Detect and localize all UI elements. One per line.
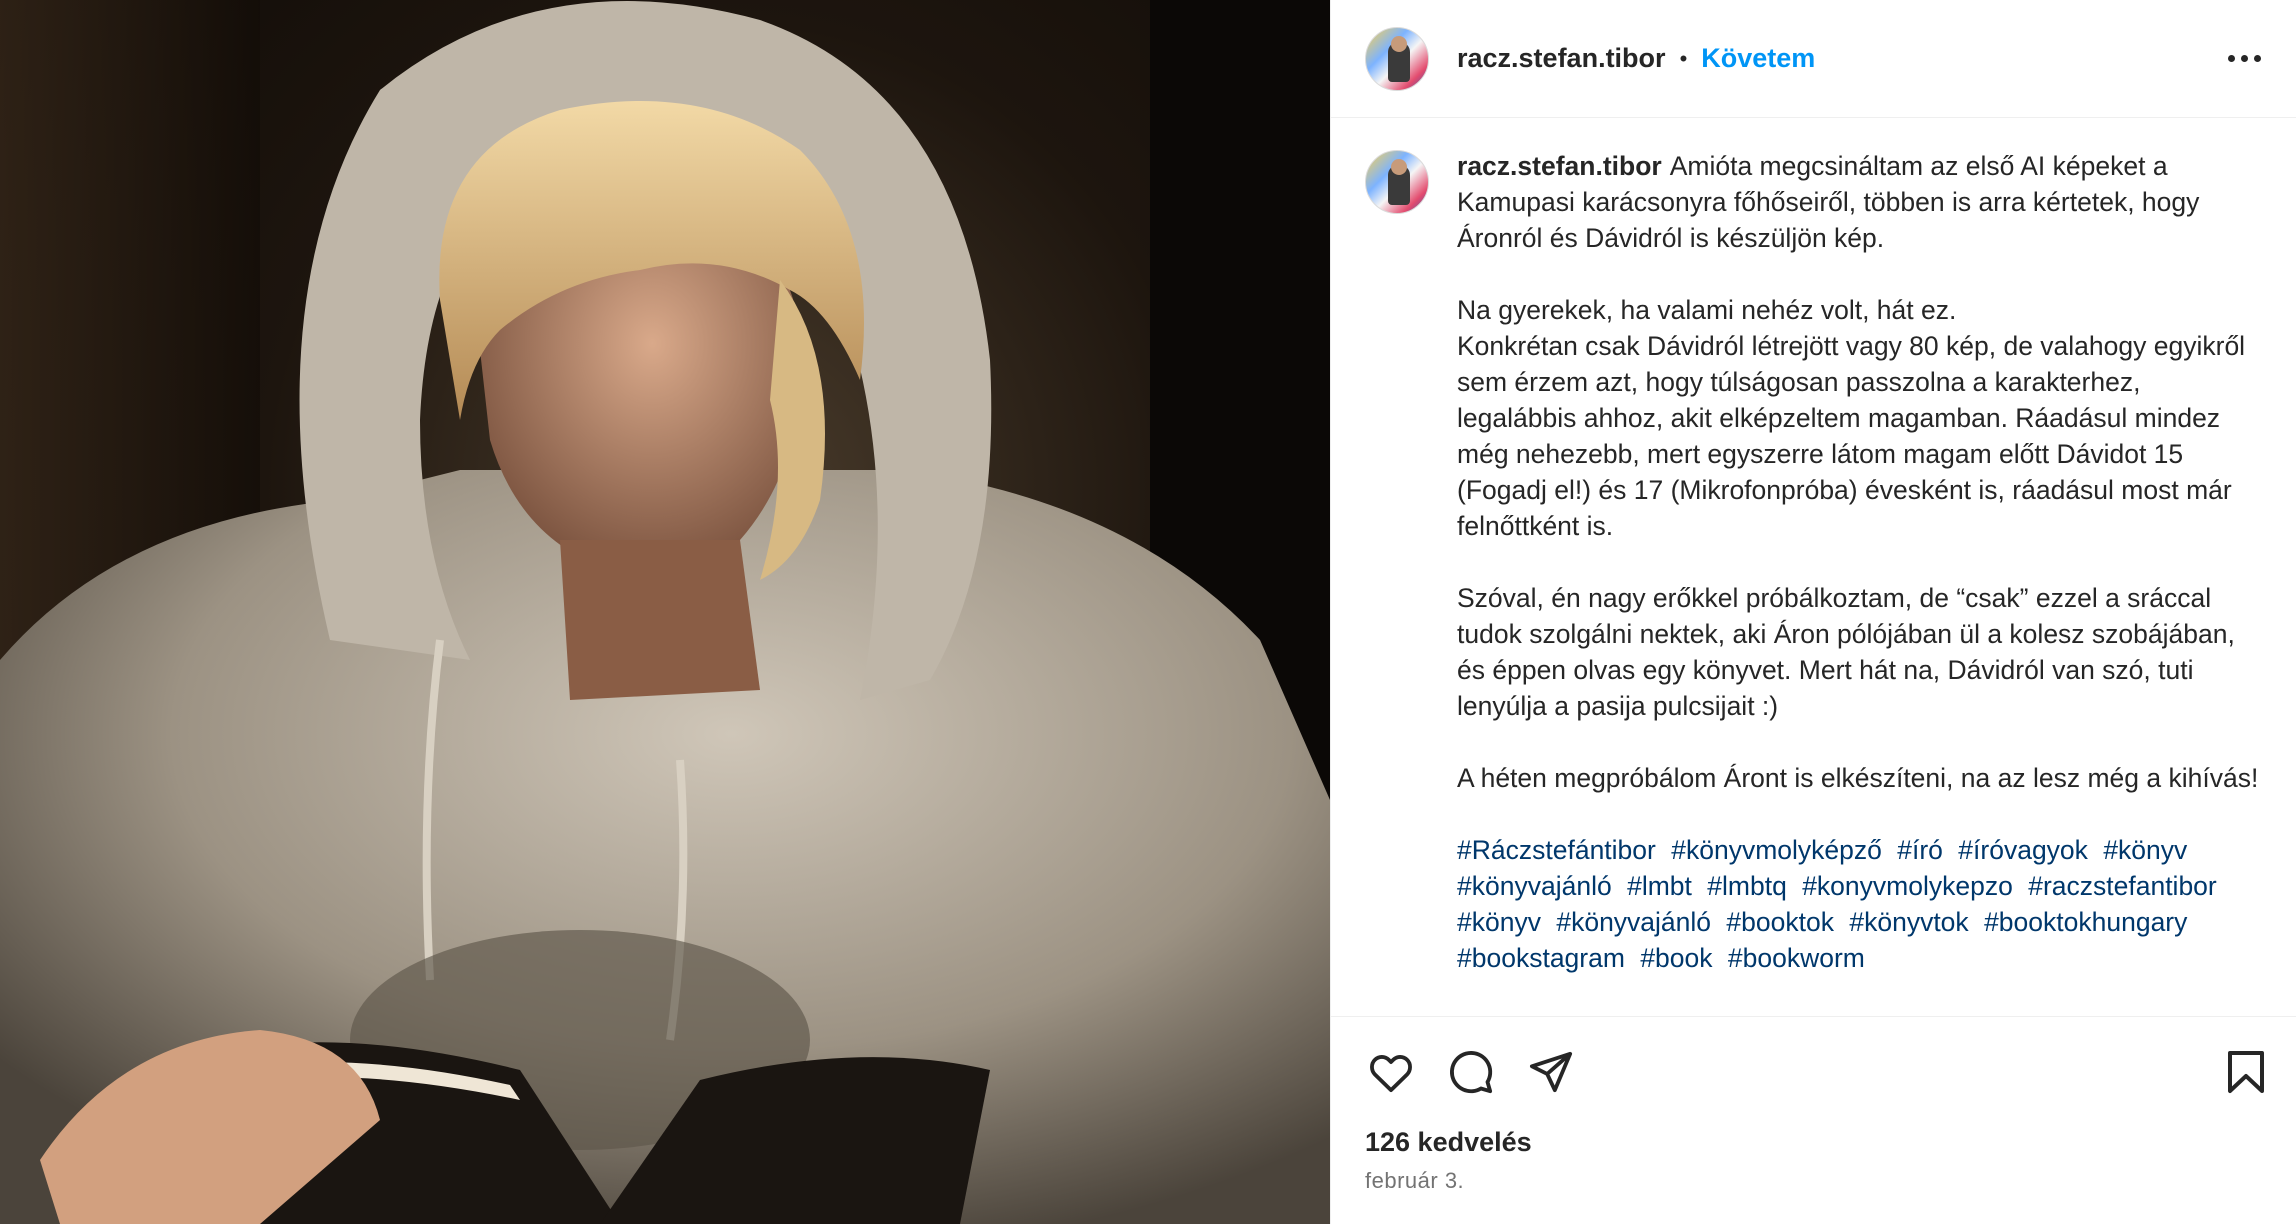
separator-dot: • [1679, 45, 1688, 71]
hashtag-link[interactable]: #könyvtok [1849, 907, 1968, 937]
hashtag-link[interactable]: #raczstefantibor [2028, 871, 2217, 901]
hashtag-link[interactable]: #bookstagram [1457, 943, 1625, 973]
hashtag-list: #Ráczstefántibor #könyvmolyképző #író #í… [1457, 832, 2266, 976]
author-username[interactable]: racz.stefan.tibor [1457, 43, 1666, 74]
following-button[interactable]: Követem [1701, 43, 1815, 74]
caption-username[interactable]: racz.stefan.tibor [1457, 151, 1662, 181]
hashtag-link[interactable]: #lmbt [1627, 871, 1692, 901]
hashtag-link[interactable]: #booktokhungary [1984, 907, 2187, 937]
post-actions-area: 126 kedvelés február 3. [1331, 1016, 2296, 1224]
more-options-icon[interactable] [2222, 37, 2266, 81]
caption-text: racz.stefan.tibor Amióta megcsináltam az … [1457, 148, 2266, 976]
post-header: racz.stefan.tibor • Követem [1331, 0, 2296, 118]
caption-paragraph: racz.stefan.tibor Amióta megcsináltam az … [1457, 151, 2200, 253]
caption-paragraph: Na gyerekek, ha valami nehéz volt, hát e… [1457, 295, 2246, 541]
hashtag-link[interactable]: #book [1640, 943, 1712, 973]
hashtag-link[interactable]: #könyvajánló [1457, 871, 1612, 901]
caption-author-avatar[interactable] [1365, 150, 1429, 214]
hashtag-link[interactable]: #Ráczstefántibor [1457, 835, 1656, 865]
heart-icon[interactable] [1365, 1046, 1417, 1098]
post-side-panel: racz.stefan.tibor • Követem racz.stefan.… [1330, 0, 2296, 1224]
comments-section[interactable]: racz.stefan.tibor Amióta megcsináltam az … [1331, 118, 2296, 1016]
hashtag-link[interactable]: #booktok [1726, 907, 1834, 937]
caption-paragraph: Szóval, én nagy erőkkel próbálkoztam, de… [1457, 583, 2235, 721]
caption-paragraph: A héten megpróbálom Áront is elkészíteni… [1457, 763, 2259, 793]
like-count[interactable]: 126 kedvelés [1365, 1127, 2272, 1158]
post-date[interactable]: február 3. [1365, 1168, 2272, 1194]
hashtag-link[interactable]: #könyvmolyképző [1671, 835, 1882, 865]
hashtag-link[interactable]: #könyv [1457, 907, 1541, 937]
hashtag-link[interactable]: #bookworm [1728, 943, 1865, 973]
hashtag-link[interactable]: #író [1897, 835, 1943, 865]
hashtag-link[interactable]: #könyvajánló [1556, 907, 1711, 937]
bookmark-icon[interactable] [2220, 1046, 2272, 1098]
hashtag-link[interactable]: #könyv [2103, 835, 2187, 865]
post-image[interactable] [0, 0, 1330, 1224]
hashtag-link[interactable]: #lmbtq [1707, 871, 1787, 901]
hashtag-link[interactable]: #konyvmolykepzo [1802, 871, 2013, 901]
share-icon[interactable] [1525, 1046, 1577, 1098]
comment-icon[interactable] [1445, 1046, 1497, 1098]
header-user-info: racz.stefan.tibor • Követem [1457, 43, 1815, 74]
hashtag-link[interactable]: #íróvagyok [1958, 835, 2088, 865]
post-photo-illustration [0, 0, 1330, 1224]
action-bar [1365, 1017, 2272, 1127]
author-avatar[interactable] [1365, 26, 1429, 91]
caption: racz.stefan.tibor Amióta megcsináltam az … [1365, 148, 2266, 976]
post-container: racz.stefan.tibor • Követem racz.stefan.… [0, 0, 2296, 1224]
